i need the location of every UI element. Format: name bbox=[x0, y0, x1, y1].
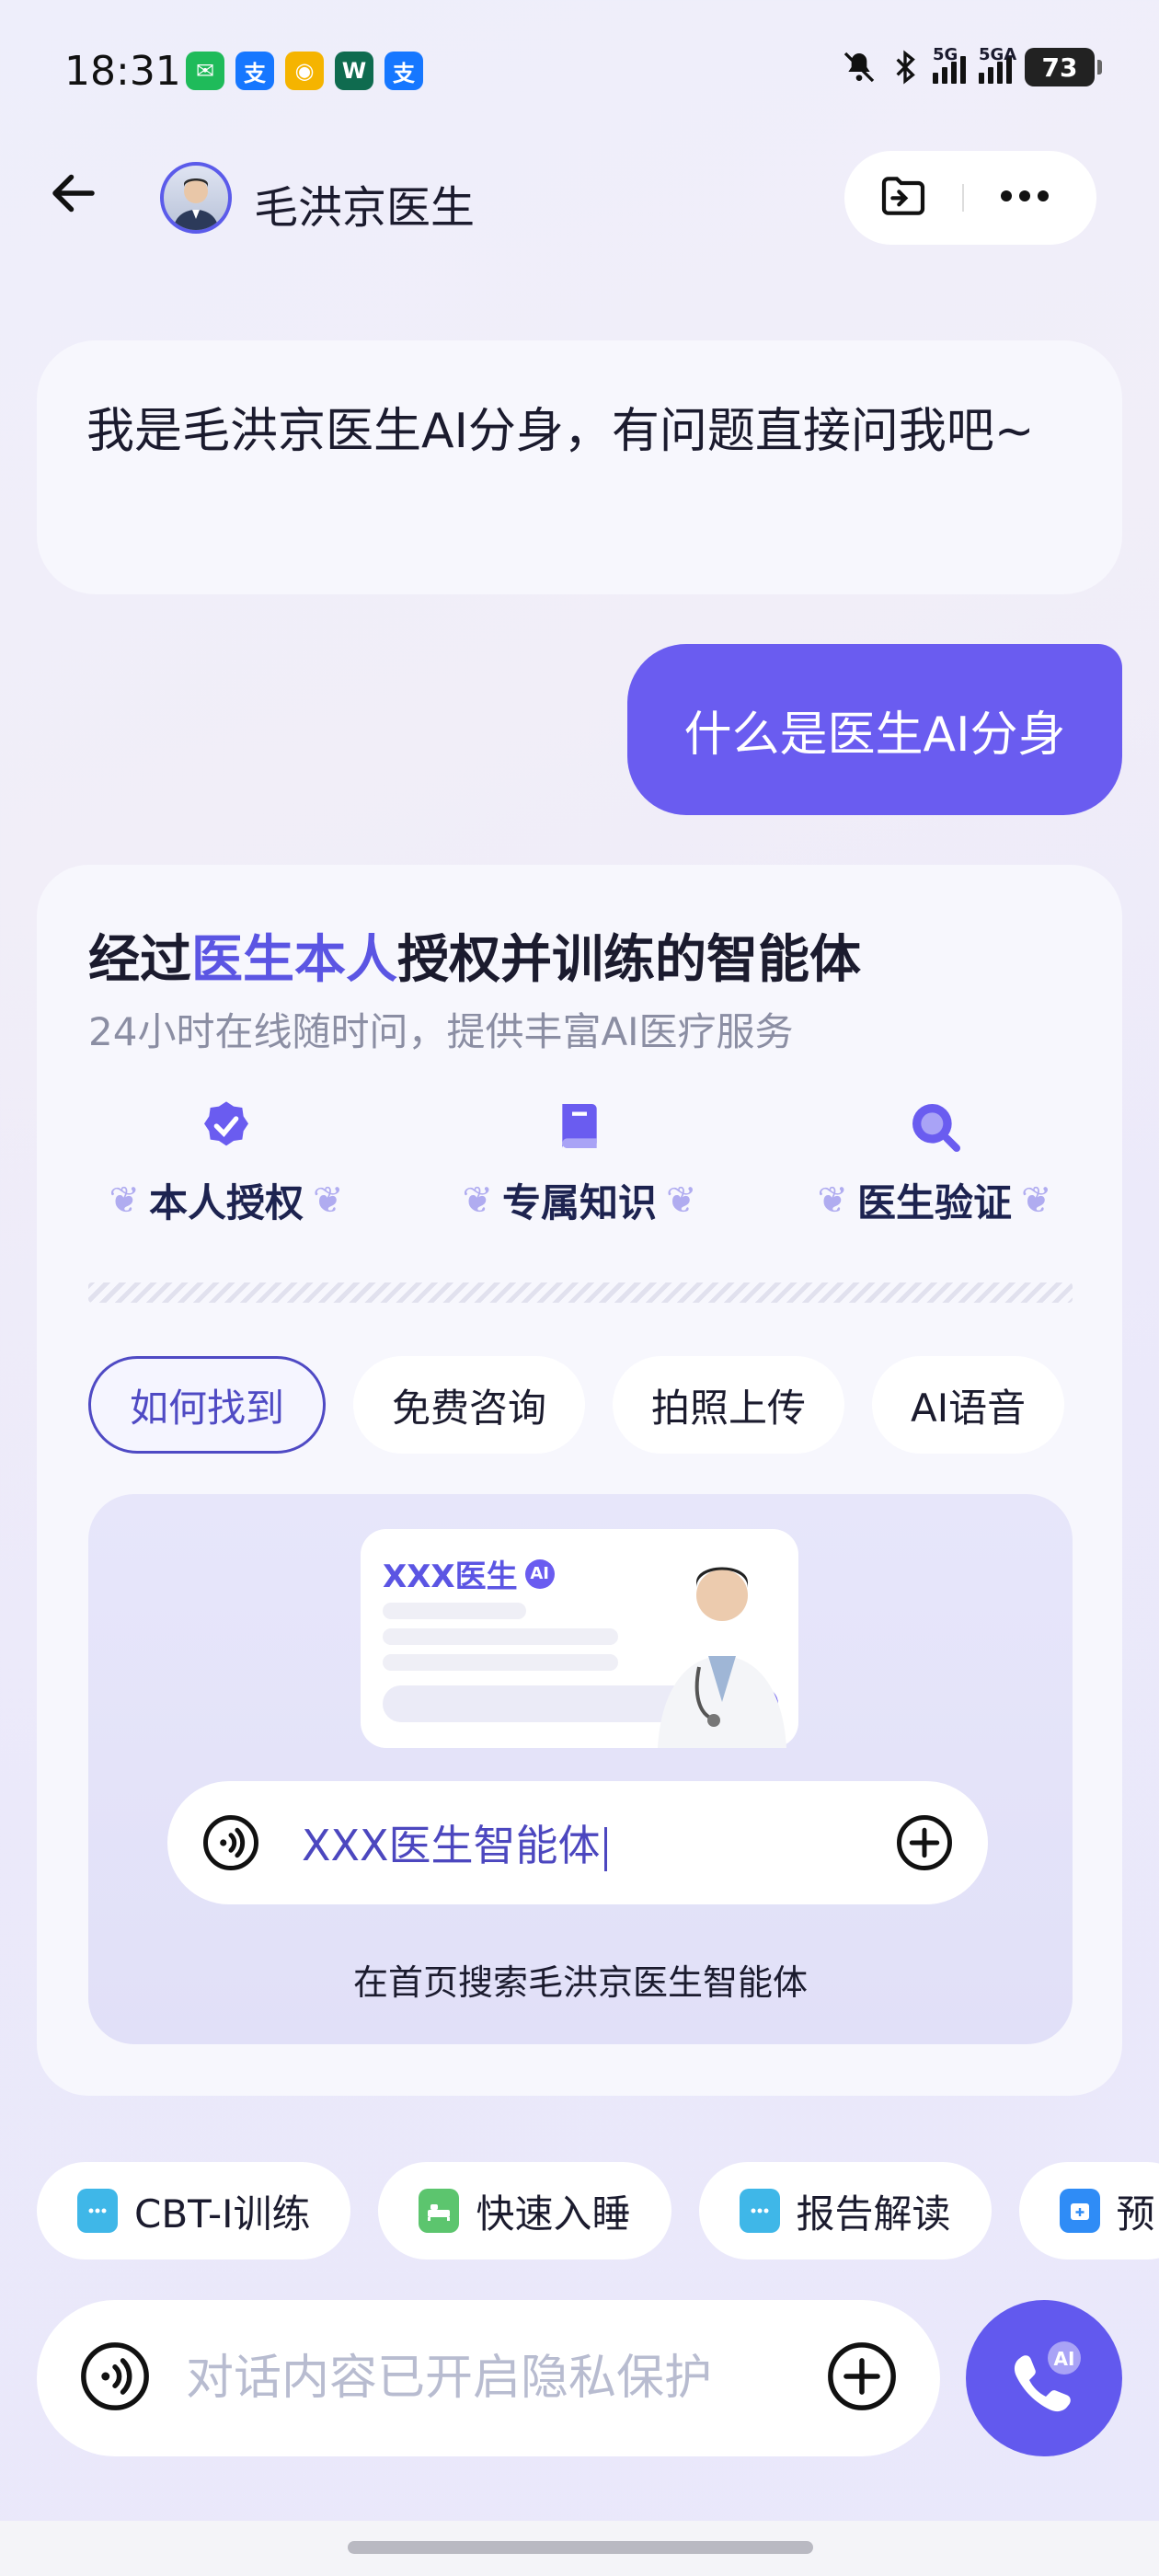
doctor-portrait-icon bbox=[173, 178, 219, 230]
more-button[interactable] bbox=[997, 187, 1052, 209]
add-attachment-button[interactable] bbox=[824, 2339, 900, 2418]
svg-text:AI: AI bbox=[1054, 2348, 1075, 2370]
header-actions bbox=[844, 151, 1096, 245]
document-icon bbox=[77, 2189, 118, 2233]
chat-input-bar bbox=[37, 2300, 940, 2456]
bluetooth-icon bbox=[896, 50, 915, 85]
tab-free-consult[interactable]: 免费咨询 bbox=[353, 1356, 586, 1454]
laurel-right-icon: ❦ bbox=[666, 1179, 697, 1222]
how-to-find-demo: XXX医生 AI XXX医生智能体 在首页搜索毛洪京医生智能体 bbox=[88, 1494, 1073, 2044]
demo-doctor-card: XXX医生 AI bbox=[361, 1529, 798, 1748]
demo-placeholder-line bbox=[383, 1603, 526, 1619]
phone-ai-icon: AI bbox=[1014, 2341, 1081, 2412]
magnifier-icon bbox=[905, 1097, 964, 1156]
wechat-icon: ✉ bbox=[186, 52, 224, 90]
voice-icon bbox=[81, 2342, 149, 2410]
card-title-highlight: 医生本人 bbox=[191, 930, 397, 990]
laurel-left-icon: ❦ bbox=[462, 1179, 493, 1222]
battery-indicator: 73 bbox=[1025, 48, 1102, 86]
feature-label: 专属知识 bbox=[501, 1180, 657, 1225]
demo-caption: 在首页搜索毛洪京医生智能体 bbox=[352, 1962, 808, 2003]
chat-input[interactable] bbox=[186, 2351, 824, 2406]
doctor-illustration-icon bbox=[658, 1567, 786, 1748]
status-app-icons: ✉ 支 ◉ W 支 bbox=[186, 52, 423, 90]
tab-photo-upload[interactable]: 拍照上传 bbox=[613, 1356, 845, 1454]
signal-label-2: 5GA bbox=[979, 45, 1017, 64]
laurel-left-icon: ❦ bbox=[109, 1179, 140, 1222]
doctor-name: 毛洪京医生 bbox=[254, 182, 476, 234]
book-icon bbox=[550, 1097, 609, 1156]
status-time: 18:31 bbox=[64, 48, 181, 95]
voice-icon bbox=[203, 1815, 258, 1870]
feature-knowledge: ❦ 专属知识 ❦ bbox=[442, 1097, 717, 1228]
status-indicators: 5G 5GA 73 bbox=[841, 45, 1102, 86]
feature-label: 本人授权 bbox=[148, 1180, 304, 1225]
demo-placeholder-line bbox=[383, 1654, 618, 1671]
card-title-post: 授权并训练的智能体 bbox=[397, 930, 861, 990]
text-caret bbox=[603, 1826, 607, 1871]
tab-ai-voice[interactable]: AI语音 bbox=[872, 1356, 1065, 1454]
folder-icon bbox=[881, 177, 925, 215]
laurel-right-icon: ❦ bbox=[313, 1179, 344, 1222]
voice-input-button[interactable] bbox=[77, 2339, 153, 2418]
quick-action-sleep[interactable]: 快速入睡 bbox=[378, 2162, 671, 2260]
folder-button[interactable] bbox=[878, 170, 929, 225]
calendar-icon bbox=[1059, 2189, 1100, 2233]
quick-action-label: CBT-I训练 bbox=[134, 2191, 311, 2237]
demo-search-value: XXX医生智能体 bbox=[302, 1821, 601, 1870]
demo-card-name: XXX医生 bbox=[383, 1558, 518, 1595]
ai-message-bubble: 我是毛洪京医生AI分身，有问题直接问我吧~ bbox=[37, 340, 1122, 594]
quick-action-label: 预 bbox=[1116, 2191, 1155, 2237]
header-divider bbox=[962, 184, 964, 212]
more-dots-icon bbox=[1001, 190, 1049, 201]
alipay-icon-2: 支 bbox=[384, 52, 423, 90]
feature-authorized: ❦ 本人授权 ❦ bbox=[88, 1097, 364, 1228]
demo-card-title: XXX医生 AI bbox=[383, 1551, 555, 1596]
back-button[interactable] bbox=[46, 166, 101, 221]
sleep-icon bbox=[419, 2189, 460, 2233]
demo-placeholder-line bbox=[383, 1628, 618, 1645]
user-message-bubble: 什么是医生AI分身 bbox=[627, 644, 1122, 815]
quick-action-label: 报告解读 bbox=[796, 2191, 951, 2237]
app-icon: W bbox=[335, 52, 373, 90]
quick-action-report[interactable]: 报告解读 bbox=[698, 2162, 992, 2260]
doctor-avatar[interactable] bbox=[160, 162, 232, 234]
info-tabs: 如何找到 免费咨询 拍照上传 AI语音 bbox=[88, 1356, 1065, 1454]
verified-icon bbox=[197, 1097, 256, 1156]
signal-5g: 5G bbox=[933, 45, 966, 84]
signal-5ga: 5GA bbox=[979, 45, 1016, 84]
laurel-right-icon: ❦ bbox=[1021, 1179, 1052, 1222]
demo-search-text: XXX医生智能体 bbox=[302, 1812, 894, 1873]
back-arrow-icon bbox=[52, 174, 95, 213]
quick-action-appointment[interactable]: 预 bbox=[1018, 2162, 1159, 2260]
card-title-pre: 经过 bbox=[88, 930, 191, 990]
report-icon bbox=[739, 2189, 780, 2233]
quick-action-cbti[interactable]: CBT-I训练 bbox=[37, 2162, 351, 2260]
card-title: 经过医生本人授权并训练的智能体 bbox=[88, 918, 861, 993]
card-subtitle: 24小时在线随时问，提供丰富AI医疗服务 bbox=[88, 1009, 794, 1054]
tab-how-to-find[interactable]: 如何找到 bbox=[88, 1356, 327, 1454]
laurel-left-icon: ❦ bbox=[817, 1179, 848, 1222]
decorative-divider bbox=[88, 1282, 1073, 1303]
ai-call-button[interactable]: AI bbox=[966, 2300, 1122, 2456]
ai-badge: AI bbox=[524, 1558, 555, 1589]
plus-icon bbox=[897, 1815, 952, 1870]
alipay-icon: 支 bbox=[235, 52, 274, 90]
plus-icon bbox=[828, 2342, 896, 2410]
quick-actions: CBT-I训练 快速入睡 报告解读 预 bbox=[37, 2162, 1159, 2260]
feature-label: 医生验证 bbox=[856, 1180, 1012, 1225]
feature-verification: ❦ 医生验证 ❦ bbox=[797, 1097, 1073, 1228]
home-indicator[interactable] bbox=[348, 2541, 813, 2554]
demo-search-bar: XXX医生智能体 bbox=[167, 1781, 988, 1904]
signal-label-1: 5G bbox=[933, 45, 958, 64]
weibo-icon: ◉ bbox=[285, 52, 324, 90]
quick-action-label: 快速入睡 bbox=[476, 2191, 631, 2237]
mute-bell-icon bbox=[843, 52, 875, 83]
